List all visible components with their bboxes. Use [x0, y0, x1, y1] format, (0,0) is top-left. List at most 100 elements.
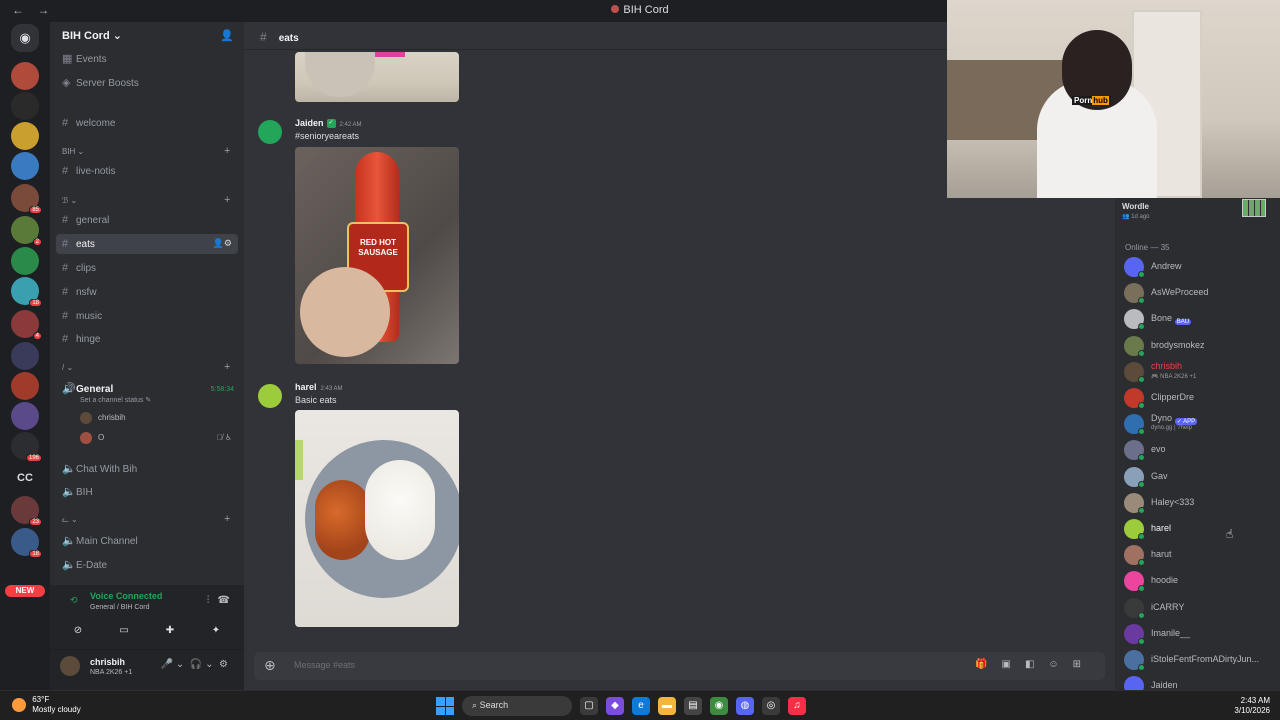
- image-attachment-food[interactable]: [295, 410, 459, 627]
- taskbar-clock[interactable]: 2:43 AM 3/10/2026: [1234, 696, 1270, 716]
- apps-icon[interactable]: ⊞: [1073, 659, 1095, 670]
- message-composer[interactable]: ⊕ Message #eats 🎁▣◧☺⊞: [254, 652, 1105, 680]
- discord-taskbar-icon[interactable]: ◍: [736, 697, 754, 715]
- server-icon-4[interactable]: [11, 152, 39, 180]
- avatar[interactable]: [258, 120, 282, 144]
- sticker-icon[interactable]: ◧: [1025, 659, 1048, 670]
- server-icon-7[interactable]: [11, 247, 39, 275]
- chrome-icon[interactable]: ◉: [710, 697, 728, 715]
- signal-icon[interactable]: ⟲: [70, 595, 78, 606]
- category-3[interactable]: / ⌄ +: [62, 361, 230, 373]
- server-icon-10[interactable]: [11, 342, 39, 370]
- windows-start-icon[interactable]: [436, 697, 454, 715]
- server-icon-15[interactable]: 18: [11, 528, 42, 558]
- server-icon-13[interactable]: 196: [11, 432, 42, 462]
- server-icon-9[interactable]: 4: [11, 310, 42, 340]
- message-input[interactable]: Message #eats: [294, 660, 355, 670]
- voice-user[interactable]: chrisbih: [80, 412, 126, 424]
- taskbar-search[interactable]: ⌕ Search: [462, 696, 572, 716]
- avatar[interactable]: [258, 384, 282, 408]
- image-attachment-partial[interactable]: [295, 52, 459, 102]
- task-view-icon[interactable]: ▢: [580, 697, 598, 715]
- add-channel-icon[interactable]: +: [224, 194, 230, 206]
- channel-clips[interactable]: # clips: [56, 258, 238, 278]
- channel-welcome[interactable]: # welcome: [56, 113, 238, 133]
- member-item[interactable]: Dyno ✓ APP dyno.gg | ?help: [1123, 412, 1273, 436]
- member-item[interactable]: chrisbih 🎮 NBA 2K26 +1: [1123, 360, 1273, 384]
- server-icon-3[interactable]: [11, 122, 39, 150]
- store-icon[interactable]: ▤: [684, 697, 702, 715]
- member-item[interactable]: Gav: [1123, 465, 1273, 489]
- voice-channel-chat-with-bih[interactable]: 🔈Chat With Bih: [56, 458, 238, 478]
- channel-server-boosts[interactable]: ◈ Server Boosts: [56, 72, 238, 92]
- member-item[interactable]: Andrew: [1123, 255, 1273, 279]
- file-explorer-icon[interactable]: ▬: [658, 697, 676, 715]
- server-icon-6[interactable]: 2: [11, 216, 42, 246]
- member-item[interactable]: AsWeProceed: [1123, 281, 1273, 305]
- activity-card[interactable]: Wordle 👥 1d ago: [1115, 198, 1280, 224]
- member-item[interactable]: brodysmokez: [1123, 334, 1273, 358]
- server-icon-11[interactable]: [11, 372, 39, 400]
- member-item[interactable]: harel: [1123, 517, 1273, 541]
- screen-share-icon[interactable]: ▭: [104, 621, 144, 641]
- server-header[interactable]: BIH Cord ⌄ 👤: [50, 22, 244, 50]
- channel-live-notis[interactable]: # live-notis: [56, 161, 238, 181]
- obs-icon[interactable]: ◎: [762, 697, 780, 715]
- channel-general[interactable]: # general: [56, 210, 238, 230]
- music-icon[interactable]: ♫: [788, 697, 806, 715]
- member-item[interactable]: Imanile__: [1123, 622, 1273, 646]
- member-item[interactable]: hoodie: [1123, 569, 1273, 593]
- emoji-icon[interactable]: ☺: [1048, 659, 1072, 670]
- edge-icon[interactable]: e: [632, 697, 650, 715]
- channel-status-input[interactable]: Set a channel status ✎: [80, 396, 151, 404]
- voice-connected-title[interactable]: Voice Connected: [90, 591, 162, 601]
- avatar[interactable]: [60, 656, 80, 676]
- server-icon-1[interactable]: [11, 62, 39, 90]
- server-icon-cc[interactable]: CC: [11, 464, 39, 492]
- member-item[interactable]: ClipperDre: [1123, 386, 1273, 410]
- channel-settings-icons[interactable]: 👤⚙: [213, 238, 232, 249]
- server-icon-8[interactable]: 18: [11, 277, 42, 307]
- voice-channel-edate[interactable]: 🔈E-Date: [56, 554, 238, 574]
- gift-icon[interactable]: 🎁: [975, 659, 1001, 670]
- channel-hinge[interactable]: # hinge: [56, 329, 238, 349]
- microphone-icon[interactable]: 🎤: [161, 659, 173, 670]
- activities-icon[interactable]: ✚: [150, 621, 190, 641]
- member-item[interactable]: iCARRY: [1123, 596, 1273, 620]
- server-icon-14[interactable]: 23: [11, 496, 42, 526]
- voice-channel-bih[interactable]: 🔈BIH: [56, 481, 238, 501]
- noise-suppression-icon[interactable]: ⫶: [207, 595, 210, 606]
- voice-connected-subtitle[interactable]: General / BIH Cord: [90, 604, 150, 611]
- image-attachment-sausage[interactable]: RED HOT SAUSAGE: [295, 147, 459, 364]
- disconnect-icon[interactable]: ☎: [218, 595, 230, 606]
- add-channel-icon[interactable]: +: [224, 361, 230, 373]
- member-item[interactable]: harut: [1123, 543, 1273, 567]
- soundboard-icon[interactable]: ✦: [196, 621, 236, 641]
- invite-icon[interactable]: 👤: [220, 29, 234, 42]
- category-4[interactable]: ᓚ ⌄ +: [62, 513, 230, 525]
- server-icon-5[interactable]: 85: [11, 184, 42, 214]
- weather-widget[interactable]: 63°F Mostly cloudy: [12, 695, 81, 715]
- add-channel-icon[interactable]: +: [224, 145, 230, 157]
- gif-icon[interactable]: ▣: [1001, 659, 1024, 670]
- voice-channel-main[interactable]: 🔈Main Channel: [56, 530, 238, 550]
- user-name[interactable]: chrisbih: [90, 657, 125, 667]
- message-author[interactable]: harel 2:43 AM: [295, 382, 343, 392]
- member-item[interactable]: Haley<333: [1123, 491, 1273, 515]
- camera-off-icon[interactable]: ⊘: [58, 621, 98, 641]
- server-icon-12[interactable]: [11, 402, 39, 430]
- voice-user[interactable]: O: [80, 432, 104, 444]
- member-item[interactable]: iStoleFentFromADirtyJun...: [1123, 648, 1273, 672]
- message-author[interactable]: Jaiden ✓ 2:42 AM: [295, 118, 362, 129]
- attach-plus-icon[interactable]: ⊕: [264, 657, 276, 674]
- channel-events[interactable]: ▦ Events: [56, 48, 238, 68]
- copilot-icon[interactable]: ◆: [606, 697, 624, 715]
- channel-nsfw[interactable]: # nsfw: [56, 282, 238, 302]
- category-2[interactable]: ℬ ⌄ +: [62, 194, 230, 206]
- gear-icon[interactable]: ⚙: [219, 659, 228, 670]
- headphones-icon[interactable]: 🎧: [190, 659, 202, 670]
- server-icon-2[interactable]: [11, 92, 39, 120]
- add-channel-icon[interactable]: +: [224, 513, 230, 525]
- channel-eats[interactable]: # eats 👤⚙: [56, 234, 238, 254]
- category-bih[interactable]: BIH ⌄ +: [62, 145, 230, 157]
